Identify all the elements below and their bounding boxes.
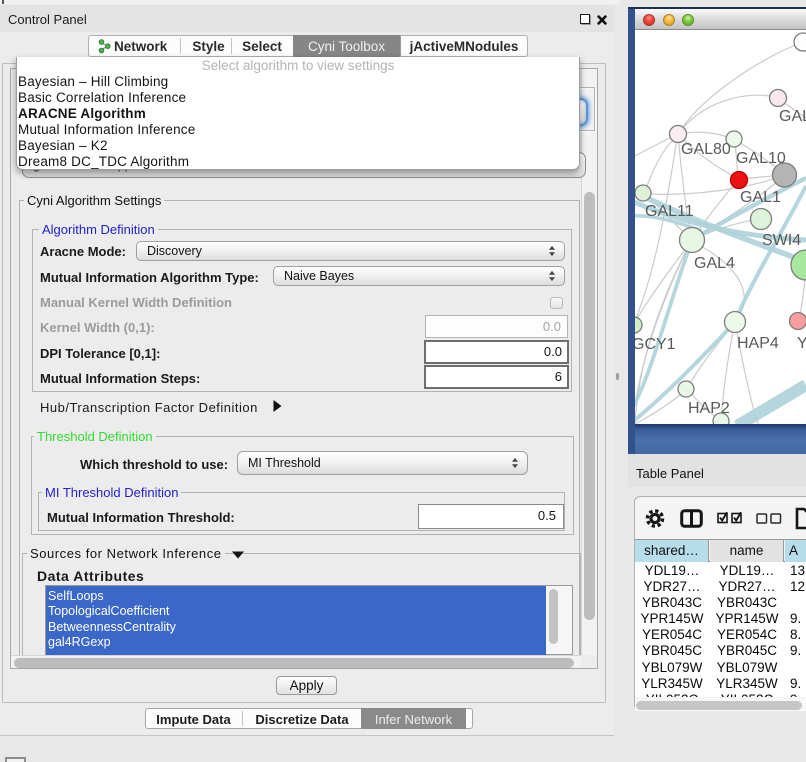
svg-text:GAL7: GAL7: [779, 108, 806, 125]
svg-text:GCY1: GCY1: [635, 336, 676, 353]
svg-text:HAP4: HAP4: [737, 335, 779, 352]
svg-text:GAL80: GAL80: [681, 141, 731, 158]
svg-text:Y: Y: [797, 335, 806, 352]
svg-text:GAL11: GAL11: [645, 203, 694, 220]
svg-text:HAP2: HAP2: [688, 400, 730, 417]
svg-text:SWI4: SWI4: [762, 232, 801, 249]
svg-text:GAL10: GAL10: [736, 150, 786, 167]
svg-text:GAL1: GAL1: [740, 189, 781, 206]
svg-text:GAL4: GAL4: [694, 255, 735, 272]
